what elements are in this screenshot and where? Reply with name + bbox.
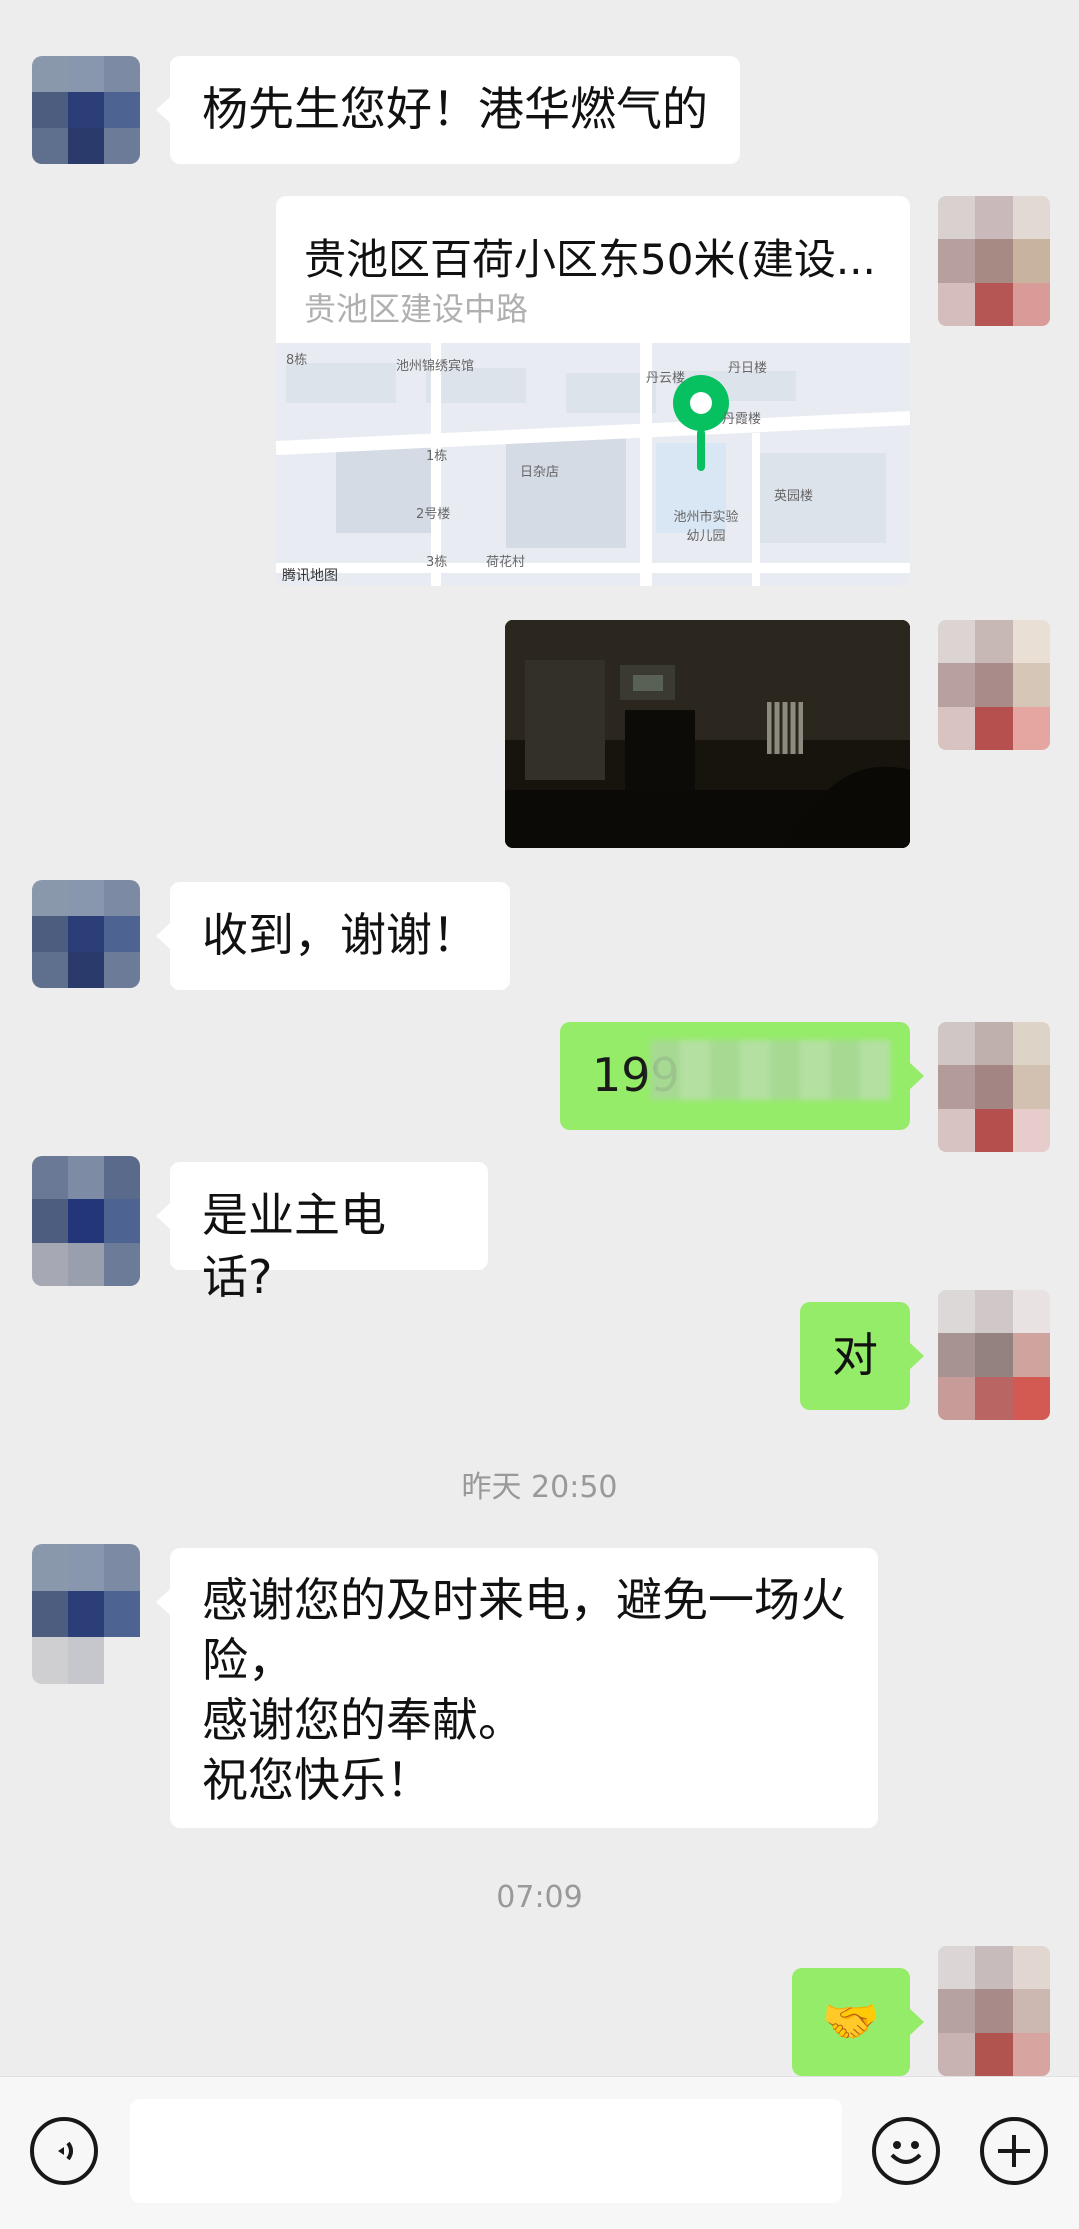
- message-line: 感谢您的奉献。: [202, 1693, 524, 1747]
- message-text: 对: [832, 1328, 878, 1382]
- message-bubble-received[interactable]: 杨先生您好！港华燃气的: [156, 56, 740, 164]
- contact-avatar[interactable]: [32, 1156, 140, 1286]
- user-avatar[interactable]: [938, 1022, 1050, 1152]
- handshake-emoji: 🤝: [822, 1994, 880, 2048]
- user-avatar[interactable]: [938, 1946, 1050, 2076]
- message-bubble-received[interactable]: 是业主电话?: [156, 1162, 488, 1304]
- message-text: 是业主电话?: [202, 1188, 386, 1304]
- message-line: 感谢您的及时来电，避免一场火: [202, 1573, 846, 1627]
- map-label: 英园楼: [774, 489, 814, 504]
- contact-avatar[interactable]: [32, 1544, 140, 1684]
- message-bubble-received[interactable]: 收到，谢谢！: [156, 882, 510, 990]
- redacted-digits: [650, 1040, 890, 1100]
- emoji-icon[interactable]: [872, 2117, 940, 2185]
- map-label: 丹云楼: [646, 371, 686, 386]
- map-label: 池州市实验幼儿园: [673, 510, 739, 544]
- map-label: 3栋: [426, 555, 448, 570]
- message-bubble-received[interactable]: 感谢您的及时来电，避免一场火 险， 感谢您的奉献。 祝您快乐！: [156, 1548, 878, 1828]
- photo-image: [505, 620, 910, 848]
- user-avatar[interactable]: [938, 620, 1050, 750]
- voice-icon[interactable]: [30, 2117, 98, 2185]
- location-message[interactable]: 贵池区百荷小区东50米(建设... 贵池区建设中路 池州锦绣宾馆 丹日楼 丹云楼…: [276, 196, 910, 586]
- user-avatar[interactable]: [938, 1290, 1050, 1420]
- contact-avatar[interactable]: [32, 880, 140, 988]
- map-label: 2号楼: [416, 507, 451, 522]
- map-label: 腾讯地图: [282, 568, 338, 584]
- map-label: 池州锦绣宾馆: [396, 359, 475, 374]
- location-title: 贵池区百荷小区东50米(建设...: [304, 235, 876, 284]
- message-bubble-sent[interactable]: 对: [800, 1302, 924, 1410]
- message-text: 收到，谢谢！: [202, 908, 478, 962]
- message-bubble-sent[interactable]: 🤝: [792, 1968, 924, 2076]
- plus-icon[interactable]: [980, 2117, 1048, 2185]
- map-label: 丹日楼: [728, 361, 768, 376]
- map-label: 8栋: [286, 353, 308, 368]
- location-address: 贵池区建设中路: [304, 290, 529, 328]
- message-input[interactable]: [130, 2099, 842, 2203]
- timestamp: 07:09: [496, 1880, 583, 1915]
- chat-input-bar: [0, 2076, 1079, 2229]
- photo-message[interactable]: [505, 620, 910, 848]
- map-label: 丹霞楼: [722, 412, 762, 427]
- message-text: 杨先生您好！港华燃气的: [202, 82, 708, 136]
- message-line: 祝您快乐！: [202, 1753, 432, 1807]
- user-avatar[interactable]: [938, 196, 1050, 326]
- contact-avatar[interactable]: [32, 56, 140, 164]
- map-label: 荷花村: [486, 555, 526, 570]
- timestamp: 昨天 20:50: [461, 1470, 618, 1505]
- message-line: 险，: [202, 1633, 294, 1687]
- map-drawing: [276, 343, 910, 586]
- map-label: 日杂店: [520, 465, 560, 480]
- map-label: 1栋: [426, 449, 448, 464]
- map-thumbnail: 池州锦绣宾馆 丹日楼 丹云楼 丹霞楼 日杂店 1栋 2号楼 3栋 荷花村 英园楼…: [276, 343, 910, 586]
